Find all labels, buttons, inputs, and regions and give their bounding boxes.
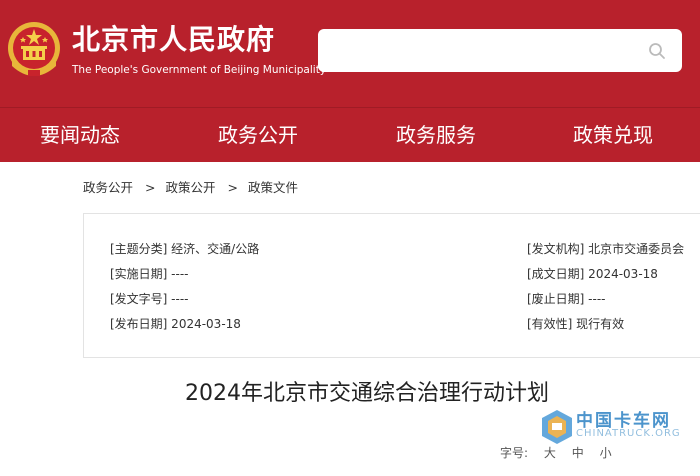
meta-issuing-agency: [发文机构] 北京市交通委员会 <box>527 242 685 256</box>
chinatruck-watermark: 中国卡车网 CHINATRUCK.ORG <box>540 404 700 464</box>
breadcrumb: 政务公开 > 政策公开 > 政策文件 <box>83 178 298 198</box>
breadcrumb-item[interactable]: 政策公开 <box>166 178 216 198</box>
site-subtitle: The People's Government of Beijing Munic… <box>72 64 327 76</box>
document-meta-box: [主题分类] 经济、交通/公路 [实施日期] ---- [发文字号] ---- … <box>83 213 700 358</box>
meta-subject-category: [主题分类] 经济、交通/公路 <box>110 242 260 256</box>
truck-logo-icon <box>542 410 572 444</box>
site-title[interactable]: 北京市人民政府 <box>72 22 275 58</box>
site-header: 北京市人民政府 The People's Government of Beiji… <box>0 0 700 107</box>
meta-document-number: [发文字号] ---- <box>110 292 189 306</box>
breadcrumb-separator: > <box>227 180 238 195</box>
breadcrumb-item[interactable]: 政策文件 <box>248 178 298 198</box>
font-size-label: 字号: <box>500 446 529 460</box>
meta-effective-date: [实施日期] ---- <box>110 267 189 281</box>
main-nav: 要闻动态 政务公开 政务服务 政策兑现 <box>0 108 700 162</box>
search-icon[interactable] <box>648 42 666 60</box>
meta-written-date: [成文日期] 2024-03-18 <box>527 267 658 281</box>
meta-validity: [有效性] 现行有效 <box>527 317 625 331</box>
watermark-en: CHINATRUCK.ORG <box>576 428 681 439</box>
nav-item-news[interactable]: 要闻动态 <box>40 108 120 162</box>
nav-item-gov-services[interactable]: 政务服务 <box>396 108 476 162</box>
search-input[interactable] <box>318 29 682 72</box>
breadcrumb-separator: > <box>145 180 156 195</box>
nav-item-gov-affairs-open[interactable]: 政务公开 <box>218 108 298 162</box>
nav-item-policy-fulfillment[interactable]: 政策兑现 <box>573 108 653 162</box>
national-emblem-logo[interactable] <box>6 20 62 80</box>
meta-publish-date: [发布日期] 2024-03-18 <box>110 317 241 331</box>
breadcrumb-item[interactable]: 政务公开 <box>83 178 133 198</box>
meta-repeal-date: [废止日期] ---- <box>527 292 606 306</box>
